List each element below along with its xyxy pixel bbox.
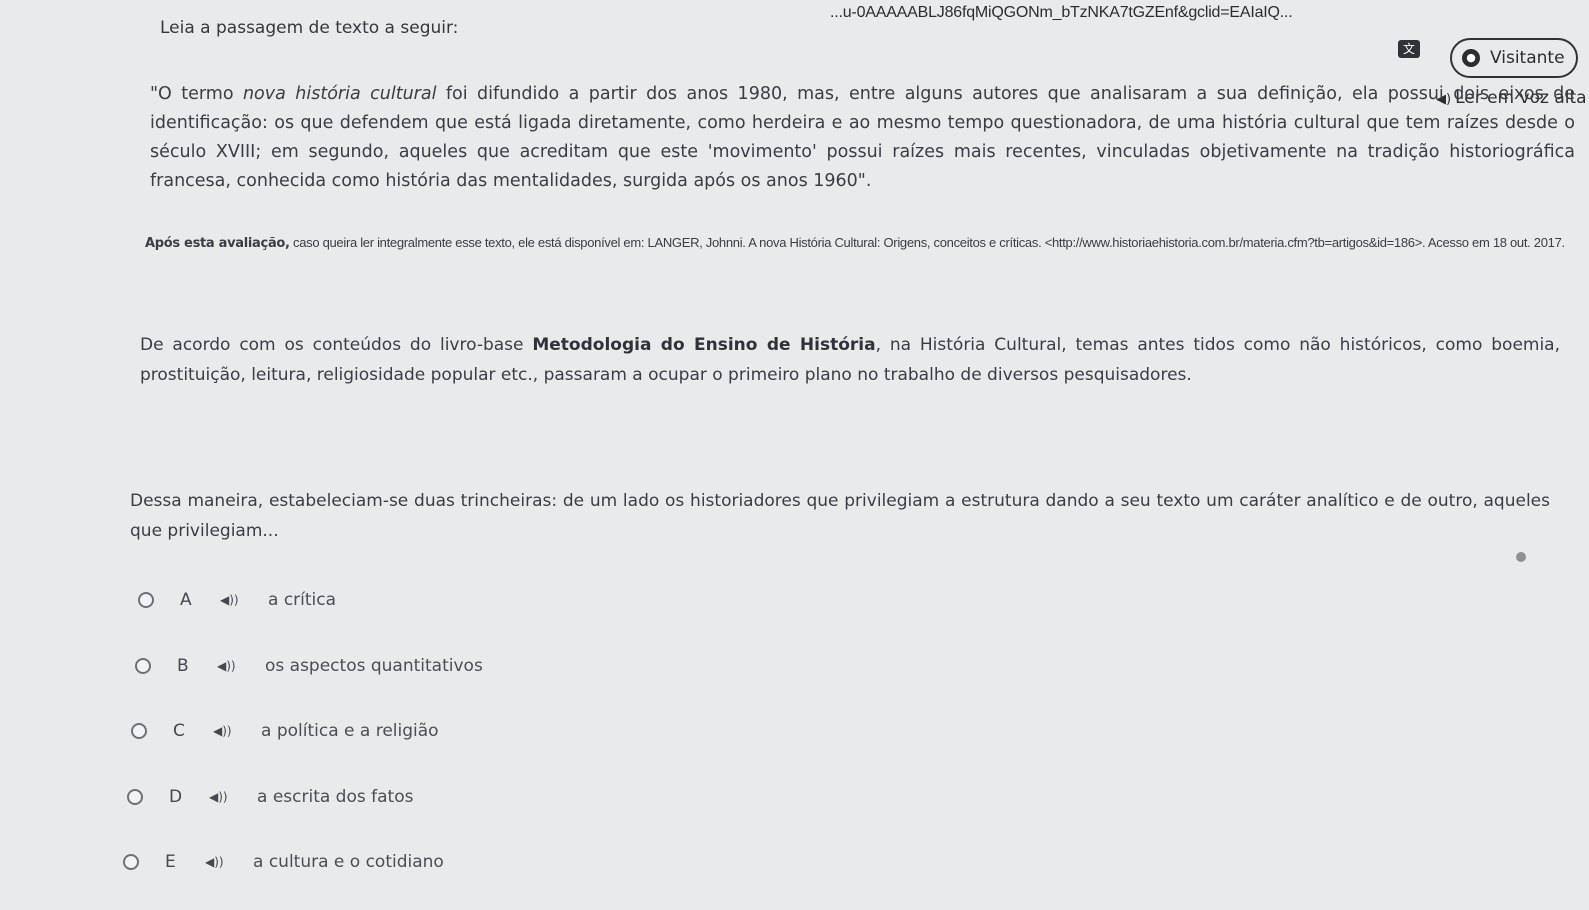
- option-text: a cultura e o cotidiano: [253, 852, 444, 872]
- visitor-label: Visitante: [1490, 48, 1565, 68]
- question-part1: De acordo com os conteúdos do livro-base: [140, 335, 533, 355]
- address-bar[interactable]: ...u-0AAAAABLJ86fqMiQGONm_bTzNKA7tGZEnf&…: [830, 4, 1400, 44]
- speaker-icon[interactable]: ◀)): [205, 855, 253, 869]
- passage-reference: Após esta avaliação, caso queira ler int…: [145, 228, 1565, 258]
- question-stem: Dessa maneira, estabeleciam-se duas trin…: [130, 491, 1550, 541]
- user-icon: ●: [1462, 49, 1480, 67]
- question-text: De acordo com os conteúdos do livro-base…: [140, 330, 1560, 390]
- reference-text: caso queira ler integralmente esse texto…: [289, 235, 1565, 250]
- radio-button[interactable]: [135, 658, 151, 674]
- option-letter: B: [177, 656, 189, 676]
- question-book-title: Metodologia do Ensino de História: [532, 335, 876, 355]
- radio-button[interactable]: [123, 854, 139, 870]
- option-letter: E: [165, 852, 176, 872]
- visitor-button[interactable]: ● Visitante: [1450, 38, 1578, 78]
- scroll-dot: [1516, 552, 1526, 562]
- option-letter: C: [173, 721, 185, 741]
- radio-button[interactable]: [127, 789, 143, 805]
- radio-button[interactable]: [131, 723, 147, 739]
- option-c[interactable]: C ◀)) a política e a religião: [131, 717, 439, 745]
- option-text: a escrita dos fatos: [257, 787, 414, 807]
- translate-icon[interactable]: 文: [1398, 40, 1420, 58]
- passage-intro: Leia a passagem de texto a seguir:: [160, 18, 459, 38]
- speaker-icon[interactable]: ◀)): [220, 593, 268, 607]
- option-d[interactable]: D ◀)) a escrita dos fatos: [127, 783, 413, 811]
- option-letter: A: [180, 590, 192, 610]
- quote-italic: nova história cultural: [242, 84, 437, 104]
- passage-quote: "O termo nova história cultural foi difu…: [150, 80, 1575, 196]
- speaker-icon[interactable]: ◀)): [217, 659, 265, 673]
- speaker-icon[interactable]: ◀)): [209, 790, 257, 804]
- option-e[interactable]: E ◀)) a cultura e o cotidiano: [123, 848, 444, 876]
- option-a[interactable]: A ◀)) a crítica: [138, 586, 336, 614]
- option-text: a política e a religião: [261, 721, 439, 741]
- quote-part1: "O termo: [150, 84, 243, 104]
- option-b[interactable]: B ◀)) os aspectos quantitativos: [135, 652, 483, 680]
- speaker-icon[interactable]: ◀)): [213, 724, 261, 738]
- reference-bold: Após esta avaliação,: [145, 236, 290, 251]
- radio-button[interactable]: [138, 592, 154, 608]
- option-text: os aspectos quantitativos: [265, 656, 483, 676]
- option-letter: D: [169, 787, 183, 807]
- option-text: a crítica: [268, 590, 337, 610]
